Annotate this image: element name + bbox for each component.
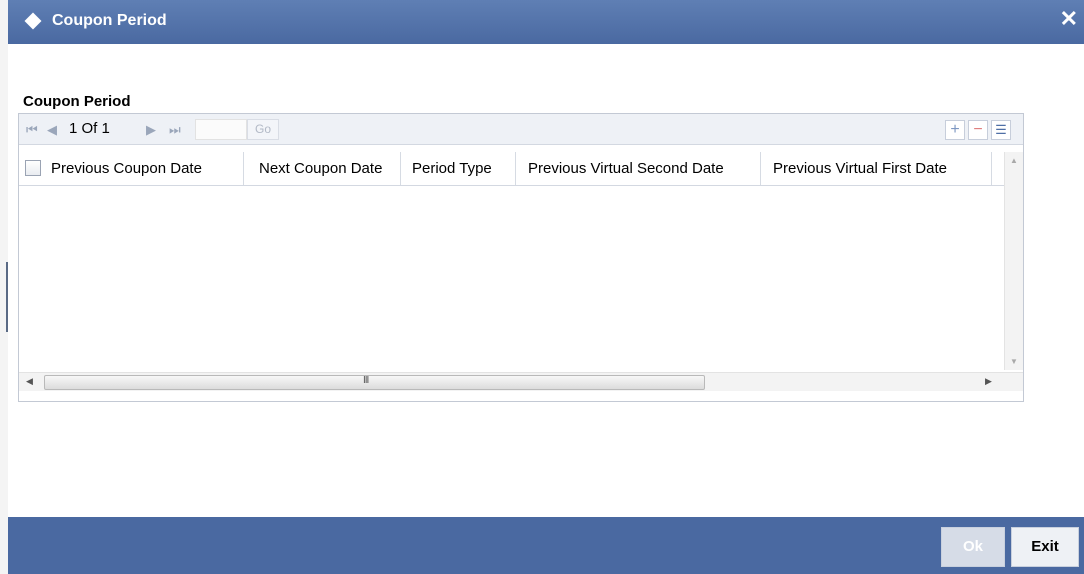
- grid-header-row: Previous Coupon Date Next Coupon Date Pe…: [19, 152, 1004, 186]
- title-bar: Coupon Period ✕: [8, 0, 1084, 44]
- scroll-down-icon[interactable]: ▼: [1010, 357, 1018, 366]
- first-page-icon[interactable]: ⏮: [26, 122, 38, 138]
- dialog-window: Coupon Period ✕ Coupon Period ⏮ ◀ 1 Of 1…: [8, 0, 1084, 574]
- column-separator: [760, 152, 761, 185]
- prev-page-icon[interactable]: ◀: [47, 122, 57, 138]
- column-separator: [515, 152, 516, 185]
- go-button[interactable]: Go: [247, 119, 279, 140]
- grip-icon: III: [363, 375, 369, 386]
- ok-button[interactable]: Ok: [941, 527, 1005, 567]
- coupon-period-grid: ⏮ ◀ 1 Of 1 ▶ ⏭ Go + − ☰ Previous Coupon …: [18, 113, 1024, 402]
- page-indicator: 1 Of 1: [69, 120, 110, 137]
- footer-bar: Ok Exit: [8, 517, 1084, 574]
- window-icon: [24, 12, 42, 30]
- column-separator: [991, 152, 992, 185]
- close-icon[interactable]: ✕: [1060, 7, 1078, 31]
- page-of-label: Of: [81, 120, 98, 137]
- window-title: Coupon Period: [52, 12, 167, 29]
- last-page-icon[interactable]: ⏭: [169, 122, 181, 138]
- horizontal-scrollbar[interactable]: ◀ III ▶: [19, 372, 1023, 391]
- column-separator: [400, 152, 401, 185]
- scroll-left-icon[interactable]: ◀: [26, 376, 33, 387]
- grid-navigation-bar: ⏮ ◀ 1 Of 1 ▶ ⏭ Go + − ☰: [19, 114, 1023, 145]
- page-number-input[interactable]: [195, 119, 247, 140]
- vertical-scrollbar[interactable]: ▲ ▼: [1004, 152, 1023, 370]
- column-header-previous-coupon-date[interactable]: Previous Coupon Date: [51, 160, 202, 177]
- next-page-icon[interactable]: ▶: [146, 122, 156, 138]
- horizontal-scroll-thumb[interactable]: III: [44, 375, 705, 390]
- scroll-right-icon[interactable]: ▶: [985, 376, 992, 387]
- add-row-icon[interactable]: +: [945, 120, 965, 140]
- exit-button[interactable]: Exit: [1011, 527, 1079, 567]
- section-title: Coupon Period: [23, 93, 131, 110]
- select-all-checkbox[interactable]: [25, 160, 41, 176]
- total-pages: 1: [101, 120, 110, 137]
- column-header-period-type[interactable]: Period Type: [412, 160, 492, 177]
- single-view-icon[interactable]: ☰: [991, 120, 1011, 140]
- column-header-next-coupon-date[interactable]: Next Coupon Date: [259, 160, 382, 177]
- column-header-previous-virtual-second-date[interactable]: Previous Virtual Second Date: [528, 160, 724, 177]
- column-header-previous-virtual-first-date[interactable]: Previous Virtual First Date: [773, 160, 947, 177]
- window-left-edge: [0, 0, 8, 574]
- scroll-up-icon[interactable]: ▲: [1010, 156, 1018, 165]
- delete-row-icon[interactable]: −: [968, 120, 988, 140]
- current-page: 1: [69, 120, 78, 137]
- column-separator: [243, 152, 244, 185]
